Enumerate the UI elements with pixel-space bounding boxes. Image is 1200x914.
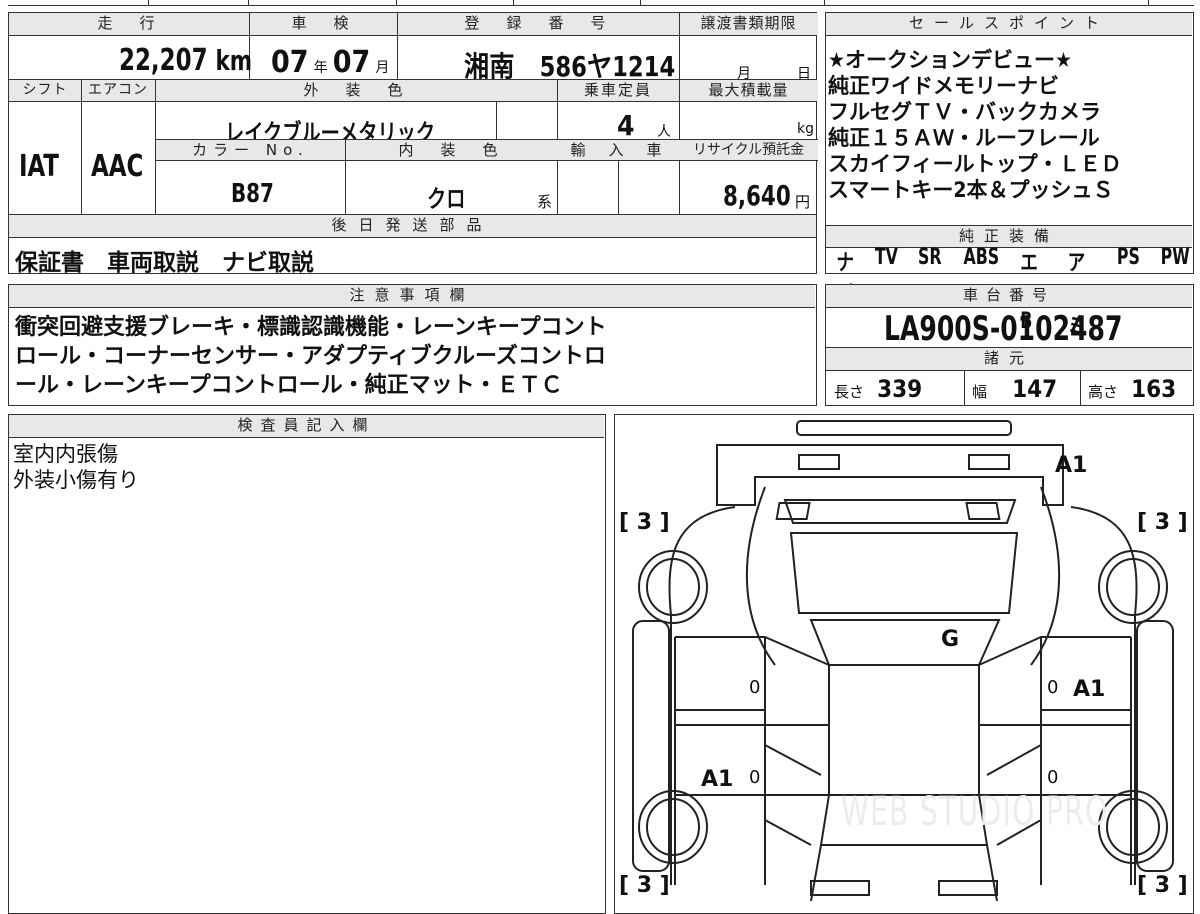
chassis-box: 車台番号 LA900S-0102487 諸元 長さ 339 幅 147 高さ 1… [825,284,1194,406]
notes-label: 注意事項欄 [9,285,815,307]
inspection-month-unit: 月 [375,60,390,76]
specs-label: 諸元 [826,348,1192,370]
max-load-unit: kg [797,121,814,137]
mileage-unit: km [215,44,253,77]
notes-box: 注意事項欄 衝突回避支援ブレーキ・標識認識機能・レーンキープコント ロール・コー… [8,284,817,406]
width-label: 幅 [972,383,988,401]
shift-value: IAT [19,149,59,184]
inspector-line: 外装小傷有り [13,468,139,492]
top-fragment-row [8,0,1194,6]
registration-label: 登 録 番 号 [397,13,679,35]
equipment-label: 純正装備 [826,226,1192,247]
car-damage-diagram: WEB STUDIO PRO [ 3 ] [ 3 ] [ 3 ] [ 3 ] 0… [614,414,1194,914]
sales-points-box: セールスポイント ★オークションデビュー★ 純正ワイドメモリーナビ フルセグＴＶ… [825,12,1194,340]
exterior-color-label: 外 装 色 [155,80,557,101]
watermark: WEB STUDIO PRO [841,789,1109,835]
inspection-year-unit: 年 [313,60,328,76]
notes-line: ール・レーンキープコントロール・純正マット・ＥＴＣ [15,373,563,398]
sales-point-line: フルセグＴＶ・バックカメラ [828,100,1101,124]
transfer-deadline-label: 譲渡書類期限 [679,13,818,35]
tire-label-front-right: [ 3 ] [1137,873,1188,898]
inspection-label: 車 検 [249,13,397,35]
door-zero-left-rear: 0 [749,677,761,698]
recycle-value: 8,640 [723,179,791,212]
mark-left-front-door: A1 [701,767,734,792]
length-label: 長さ [834,383,865,401]
height-label: 高さ [1088,383,1119,401]
later-parts-value: 保証書 車両取説 ナビ取説 [15,250,314,276]
color-no-label: カラー No. [156,140,345,160]
door-zero-left-front: 0 [749,767,761,788]
vehicle-info-table: 走 行 車 検 登 録 番 号 譲渡書類期限 22,207 km 07 年 07… [8,12,818,276]
aircon-label: エアコン [81,80,155,101]
later-parts-label: 後日発送部品 [9,215,816,237]
notes-text: 衝突回避支援ブレーキ・標識認識機能・レーンキープコント ロール・コーナーセンサー… [15,313,607,400]
mark-right-rear-door: A1 [1073,677,1106,702]
mileage-label: 走 行 [9,13,249,35]
recycle-fee-label: リサイクル預託金 [679,140,818,160]
notes-line: ロール・コーナーセンサー・アダプティブクルーズコントロ [15,344,606,369]
length-value: 339 [877,375,923,403]
max-load-label: 最大積載量 [679,80,818,101]
shift-label: シフト [9,80,81,101]
tire-label-rear-right: [ 3 ] [1137,510,1188,535]
capacity-value: 4 [617,109,635,142]
chassis-value: LA900S-0102487 [884,309,1123,349]
inspector-text: 室内内張傷 外装小傷有り [13,441,139,493]
inspection-value: 07 年 07 月 [271,45,389,80]
width-value: 147 [1012,375,1058,403]
mark-windshield: G [941,627,960,652]
inspection-month: 07 [332,45,371,80]
inspector-box: 検査員記入欄 室内内張傷 外装小傷有り [8,414,606,914]
recycle-unit: 円 [795,193,811,211]
length-spec: 長さ 339 [834,375,922,403]
height-value: 163 [1131,375,1177,403]
notes-line: 衝突回避支援ブレーキ・標識認識機能・レーンキープコント [15,315,607,340]
chassis-label: 車台番号 [826,285,1192,307]
capacity-label: 乗車定員 [557,80,679,101]
aircon-value: AAC [91,149,144,184]
import-label: 輸 入 車 [557,140,679,160]
sales-points-label: セールスポイント [826,13,1192,35]
mileage-number: 22,207 [119,43,208,78]
interior-color-value: クロ [427,185,466,213]
door-zero-right-front: 0 [1047,767,1059,788]
height-spec: 高さ 163 [1088,375,1176,403]
mark-rear-bumper: A1 [1055,453,1088,478]
sales-point-line: 純正ワイドメモリーナビ [828,74,1059,98]
sales-points-list: ★オークションデビュー★ 純正ワイドメモリーナビ フルセグＴＶ・バックカメラ 純… [828,47,1122,203]
sales-point-line: ★オークションデビュー★ [828,48,1072,72]
capacity-unit: 人 [657,124,671,140]
tire-label-front-left: [ 3 ] [619,873,670,898]
tire-label-rear-left: [ 3 ] [619,510,670,535]
mileage-value: 22,207 km [119,43,252,78]
inspection-year: 07 [271,45,309,80]
inspector-line: 室内内張傷 [13,442,118,466]
sales-point-line: スマートキー2本＆プッシュＳ [828,178,1114,202]
door-zero-right-rear: 0 [1047,677,1059,698]
width-spec: 幅 147 [972,375,1057,403]
sales-point-line: スカイフィールトップ・ＬＥＤ [828,152,1122,176]
sales-point-line: 純正１５ＡＷ・ルーフレール [828,126,1100,150]
inspector-label: 検査員記入欄 [9,415,604,437]
interior-color-label: 内 装 色 [345,140,557,160]
color-no-value: B87 [231,179,274,209]
interior-color-suffix: 系 [537,193,553,211]
